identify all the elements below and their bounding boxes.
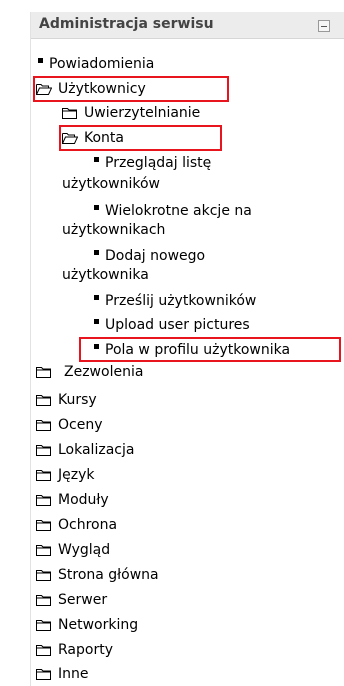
folder-closed-icon: [36, 545, 51, 556]
bullet-icon: [94, 250, 99, 255]
tree-item-label: Inne: [58, 666, 89, 682]
tree-item-networking[interactable]: Networking: [36, 615, 138, 635]
tree-item-dodaj-cont[interactable]: użytkownika: [62, 265, 149, 285]
tree-item-label: Dodaj nowego: [105, 248, 206, 264]
tree-item-pola-profilu[interactable]: Pola w profilu użytkownika: [94, 340, 290, 360]
folder-closed-icon: [36, 395, 51, 406]
tree-item-uwierzytelnianie[interactable]: Uwierzytelnianie: [62, 103, 200, 123]
block-title: Administracja serwisu: [39, 16, 214, 32]
bullet-icon: [38, 58, 43, 63]
tree-item-jezyk[interactable]: Język: [36, 465, 94, 485]
tree-item-label: Pola w profilu użytkownika: [105, 342, 291, 358]
tree-item-uzytkownicy[interactable]: Użytkownicy: [36, 79, 146, 99]
tree-item-label: Użytkownicy: [58, 81, 146, 97]
tree-item-przegladaj[interactable]: Przeglądaj listę: [94, 153, 211, 173]
tree-item-raporty[interactable]: Raporty: [36, 640, 113, 660]
tree-item-lokalizacja[interactable]: Lokalizacja: [36, 440, 134, 460]
folder-closed-icon: [36, 520, 51, 531]
bullet-icon: [94, 157, 99, 162]
folder-closed-icon: [36, 620, 51, 631]
folder-closed-icon: [36, 367, 51, 378]
tree-item-ochrona[interactable]: Ochrona: [36, 515, 117, 535]
tree-item-label: Raporty: [58, 642, 113, 658]
bullet-icon: [94, 319, 99, 324]
tree-item-upload-pictures[interactable]: Upload user pictures: [94, 315, 250, 335]
tree-item-label: Strona główna: [58, 567, 159, 583]
tree-item-label: użytkownikach: [62, 222, 166, 238]
tree-item-serwer[interactable]: Serwer: [36, 590, 107, 610]
tree-item-moduly[interactable]: Moduły: [36, 490, 109, 510]
bullet-icon: [94, 344, 99, 349]
tree-item-konta[interactable]: Konta: [62, 128, 124, 148]
folder-closed-icon: [36, 470, 51, 481]
folder-open-icon: [36, 84, 52, 95]
tree-item-label: Kursy: [58, 392, 97, 408]
bullet-icon: [94, 295, 99, 300]
folder-closed-icon: [36, 420, 51, 431]
tree-item-label: Upload user pictures: [105, 317, 250, 333]
tree-item-label: Zezwolenia: [64, 364, 144, 380]
tree-item-label: Oceny: [58, 417, 103, 433]
tree-item-label: użytkowników: [62, 176, 161, 192]
bullet-icon: [94, 205, 99, 210]
tree-item-label: Serwer: [58, 592, 108, 608]
tree-item-wielokrotne-cont[interactable]: użytkownikach: [62, 220, 165, 240]
folder-closed-icon: [36, 669, 51, 680]
tree-item-powiadomienia[interactable]: Powiadomienia: [38, 54, 154, 74]
folder-closed-icon: [36, 570, 51, 581]
folder-closed-icon: [36, 595, 51, 606]
tree-item-wielokrotne[interactable]: Wielokrotne akcje na: [94, 201, 252, 221]
tree-item-label: Konta: [84, 130, 124, 146]
folder-closed-icon: [36, 495, 51, 506]
tree-item-strona-glowna[interactable]: Strona główna: [36, 565, 159, 585]
tree-item-oceny[interactable]: Oceny: [36, 415, 103, 435]
folder-closed-icon: [36, 445, 51, 456]
tree-item-przegladaj-cont[interactable]: użytkowników: [62, 174, 160, 194]
tree-item-label: użytkownika: [62, 267, 149, 283]
tree-item-label: Wygląd: [58, 542, 111, 558]
minus-box-icon[interactable]: [318, 20, 330, 32]
tree-item-dodaj[interactable]: Dodaj nowego: [94, 246, 205, 266]
tree-item-inne[interactable]: Inne: [36, 664, 89, 684]
tree-item-label: Moduły: [58, 492, 109, 508]
tree-item-label: Wielokrotne akcje na: [105, 203, 252, 219]
tree-item-label: Lokalizacja: [58, 442, 135, 458]
folder-closed-icon: [62, 108, 77, 119]
tree-item-wyglad[interactable]: Wygląd: [36, 540, 110, 560]
folder-open-icon: [62, 133, 78, 144]
tree-item-label: Uwierzytelnianie: [84, 105, 201, 121]
tree-item-label: Prześlij użytkowników: [105, 293, 257, 309]
tree-item-label: Przeglądaj listę: [105, 155, 212, 171]
tree-item-label: Powiadomienia: [49, 56, 155, 72]
tree-item-label: Język: [58, 467, 95, 483]
tree-item-zezwolenia[interactable]: Zezwolenia: [36, 362, 143, 382]
block-header: Administracja serwisu: [31, 12, 344, 39]
folder-closed-icon: [36, 645, 51, 656]
tree-item-label: Networking: [58, 617, 139, 633]
tree-item-label: Ochrona: [58, 517, 118, 533]
tree-item-przeslij[interactable]: Prześlij użytkowników: [94, 291, 256, 311]
tree-item-kursy[interactable]: Kursy: [36, 390, 97, 410]
